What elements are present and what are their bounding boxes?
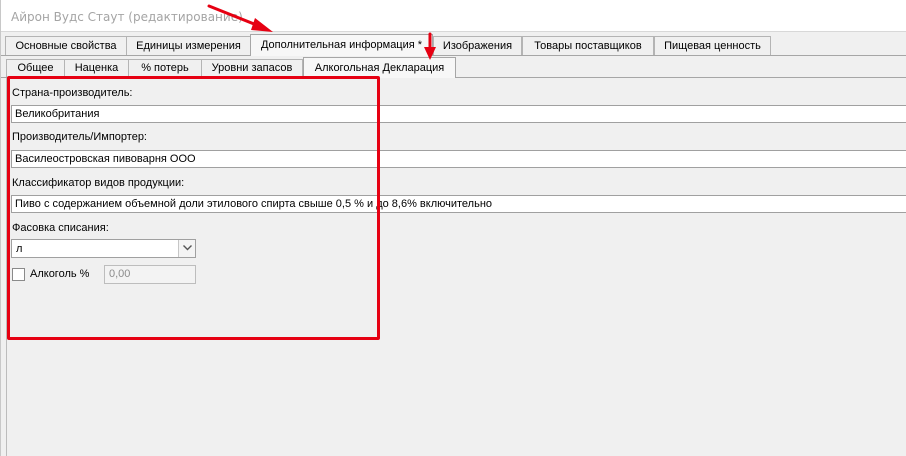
annotation-highlight-box xyxy=(7,76,380,340)
tab-additional-info[interactable]: Дополнительная информация * xyxy=(250,34,433,56)
tab-alcohol-declaration[interactable]: Алкогольная Декларация xyxy=(303,57,456,78)
tab-nutrition[interactable]: Пищевая ценность xyxy=(654,36,771,55)
sub-tab-strip: Общее Наценка % потерь Уровни запасов Ал… xyxy=(1,57,906,78)
tab-supplier-products[interactable]: Товары поставщиков xyxy=(522,36,654,55)
tab-general[interactable]: Общее xyxy=(6,59,65,77)
tab-loss-percent[interactable]: % потерь xyxy=(128,59,202,77)
tab-markup[interactable]: Наценка xyxy=(64,59,129,77)
tab-images[interactable]: Изображения xyxy=(433,36,522,55)
tab-units[interactable]: Единицы измерения xyxy=(126,36,251,55)
tab-main-properties[interactable]: Основные свойства xyxy=(5,36,127,55)
tab-stock-levels[interactable]: Уровни запасов xyxy=(201,59,303,77)
main-tab-strip: Основные свойства Единицы измерения Допо… xyxy=(1,34,906,56)
window-title: Айрон Вудс Стаут (редактирование) xyxy=(11,10,243,24)
title-bar: Айрон Вудс Стаут (редактирование) xyxy=(1,0,906,32)
editor-window: Айрон Вудс Стаут (редактирование) Основн… xyxy=(0,0,906,456)
